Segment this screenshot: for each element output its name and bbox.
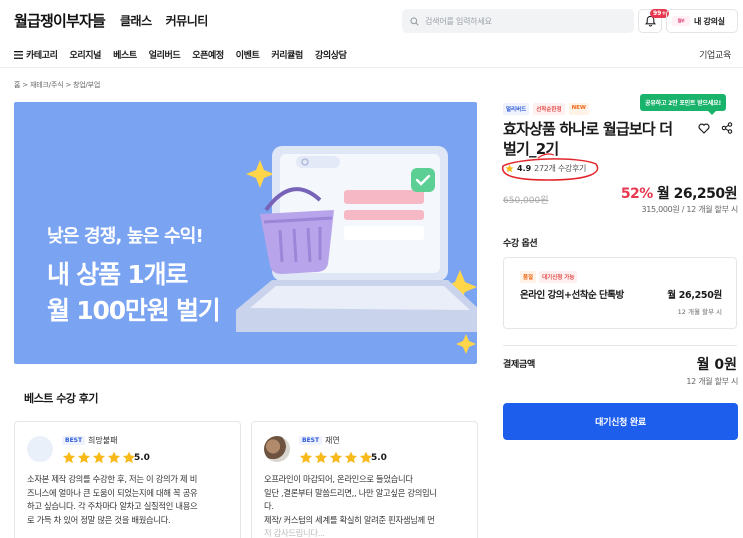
share-tooltip: 공유하고 2만 포인트 받으세요! — [640, 94, 727, 115]
star-rating — [299, 451, 373, 464]
rating-value: 4.9 — [517, 164, 532, 173]
star-icon — [329, 451, 343, 464]
breadcrumb[interactable]: 홈 > 재테크/주식 > 창업/부업 — [14, 80, 100, 90]
my-class-logo: 월부 — [672, 16, 690, 26]
avatar — [27, 436, 53, 462]
banner-title-line2: 월 100만원 벌기 — [47, 296, 221, 325]
my-class-button[interactable]: 월부 내 강의실 — [666, 9, 738, 33]
product-tags: 얼리버드 선착순한정 NEW — [503, 103, 589, 115]
search-input[interactable]: 검색어를 입력하세요 — [402, 9, 634, 33]
options-heading: 수강 옵션 — [503, 239, 538, 249]
review-card[interactable]: BEST 희망불패 5.0 소자본 제작 강의를 수강한 후, 저는 이 강의가… — [14, 421, 241, 538]
corporate-education-link[interactable]: 기업교육 — [699, 48, 731, 61]
installment-info: 315,000원 / 12 개월 할부 시 — [641, 205, 738, 214]
reviewer-name: 희망불패 — [88, 436, 118, 445]
review-line: 제작/ 커스텀의 세계를 확실히 알려준 핀자샘님께 먼 — [264, 514, 435, 525]
subnav-best[interactable]: 베스트 — [113, 48, 137, 61]
review-line: 저 감사드립니다... — [264, 528, 325, 538]
hamburger-icon — [14, 50, 23, 59]
star-icon — [77, 451, 91, 464]
review-line: 소자본 제작 강의를 수강한 후, 저는 이 강의가 제 비 — [27, 474, 198, 484]
option-installment: 12 개월 할부 시 — [677, 308, 722, 316]
nav-class[interactable]: 클래스 — [120, 12, 152, 29]
review-line: 다. — [264, 501, 274, 511]
review-line: 즈니스에 얼마나 큰 도움이 되었는지에 대해 꼭 공유 — [27, 487, 198, 498]
original-price: 650,000원 — [503, 196, 549, 206]
review-line: 로 가득 차 있어 정말 많은 것을 배웠습니다. — [27, 514, 171, 525]
star-icon — [62, 451, 76, 464]
review-score: 5.0 — [371, 453, 387, 463]
subnav-consult[interactable]: 강의상담 — [315, 48, 347, 61]
payment-installment: 12 개월 할부 시 — [686, 377, 738, 386]
wishlist-button[interactable] — [696, 120, 712, 136]
sale-price: 52% 월 26,250원 — [620, 183, 738, 203]
review-count: 272개 수강후기 — [534, 164, 587, 173]
tag-earlybird: 얼리버드 — [503, 103, 530, 115]
best-badge: BEST — [62, 436, 86, 445]
category-nav: 카테고리 오리지널 베스트 얼리버드 오픈예정 이벤트 커리큘럼 강의상담 기업… — [0, 40, 743, 68]
rating-summary[interactable]: 4.9 272개 수강후기 — [505, 163, 586, 174]
review-card[interactable]: BEST 재연 5.0 오프라인이 마감되어, 온라인으로 들었습니다 일단 ,… — [251, 421, 478, 538]
payment-total: 월 0원 — [696, 357, 737, 373]
subnav-curriculum[interactable]: 커리큘럼 — [271, 48, 303, 61]
subnav-earlybird[interactable]: 얼리버드 — [149, 48, 181, 61]
star-icon — [314, 451, 328, 464]
star-icon — [344, 451, 358, 464]
avatar — [264, 436, 290, 462]
star-icon — [299, 451, 313, 464]
tag-new: NEW — [568, 103, 589, 115]
course-banner: 낮은 경쟁, 높은 수익! 내 상품 1개로 월 100만원 벌기 — [14, 102, 477, 364]
main-nav: 클래스 커뮤니티 — [120, 12, 208, 29]
tag-waitlist: 대기신청 가능 — [539, 271, 578, 283]
nav-community[interactable]: 커뮤니티 — [166, 12, 209, 29]
review-text: 소자본 제작 강의를 수강한 후, 저는 이 강의가 제 비 즈니스에 얼마나 … — [27, 473, 235, 527]
site-logo[interactable]: 월급쟁이부자들 — [14, 10, 106, 31]
subnav-open-soon[interactable]: 오픈예정 — [192, 48, 224, 61]
option-price: 월 26,250원 — [667, 290, 722, 301]
review-line: 하고 싶습니다. 각 주차마다 알차고 실질적인 내용으 — [27, 501, 198, 511]
heart-icon — [698, 123, 710, 134]
search-placeholder: 검색어를 입력하세요 — [425, 16, 492, 26]
star-icon — [92, 451, 106, 464]
course-option[interactable]: 품절 대기신청 가능 온라인 강의+선착순 단톡방 월 26,250원 12 개… — [503, 257, 737, 329]
share-button[interactable] — [719, 120, 735, 136]
my-class-label: 내 강의실 — [694, 16, 725, 26]
divider — [503, 345, 737, 346]
subnav-event[interactable]: 이벤트 — [236, 48, 260, 61]
category-menu-button[interactable]: 카테고리 — [14, 48, 58, 61]
review-line: 오프라인이 마감되어, 온라인으로 들었습니다 — [264, 474, 413, 484]
banner-title-line1: 내 상품 1개로 — [47, 260, 188, 289]
top-header: 월급쟁이부자들 클래스 커뮤니티 검색어를 입력하세요 99+ 월부 내 강의실 — [0, 0, 743, 40]
star-rating — [62, 451, 136, 464]
share-icon — [721, 122, 733, 134]
tag-limited: 선착순한정 — [533, 103, 565, 115]
option-name: 온라인 강의+선착순 단톡방 — [520, 290, 624, 301]
star-icon — [107, 451, 121, 464]
review-line: 일단 ,결론부터 말씀드리면,, 나만 알고싶은 강의입니 — [264, 487, 437, 498]
category-label: 카테고리 — [26, 51, 58, 61]
reviewer-name: 재연 — [325, 436, 340, 445]
best-reviews-heading: 베스트 수강 후기 — [24, 392, 99, 405]
review-text: 오프라인이 마감되어, 온라인으로 들었습니다 일단 ,결론부터 말씀드리면,,… — [264, 473, 472, 538]
subnav-original[interactable]: 오리지널 — [70, 48, 102, 61]
payment-label: 결제금액 — [503, 360, 535, 370]
banner-headline: 낮은 경쟁, 높은 수익! — [47, 226, 204, 247]
best-badge: BEST — [299, 436, 323, 445]
tag-soldout: 품절 — [520, 271, 537, 283]
review-score: 5.0 — [134, 453, 150, 463]
monthly-price: 월 26,250원 — [656, 186, 738, 202]
star-icon — [505, 164, 514, 173]
discount-rate: 52% — [620, 186, 654, 202]
banner-title: 내 상품 1개로 월 100만원 벌기 — [47, 257, 221, 329]
waitlist-complete-button[interactable]: 대기신청 완료 — [503, 403, 738, 440]
search-icon — [410, 16, 419, 26]
